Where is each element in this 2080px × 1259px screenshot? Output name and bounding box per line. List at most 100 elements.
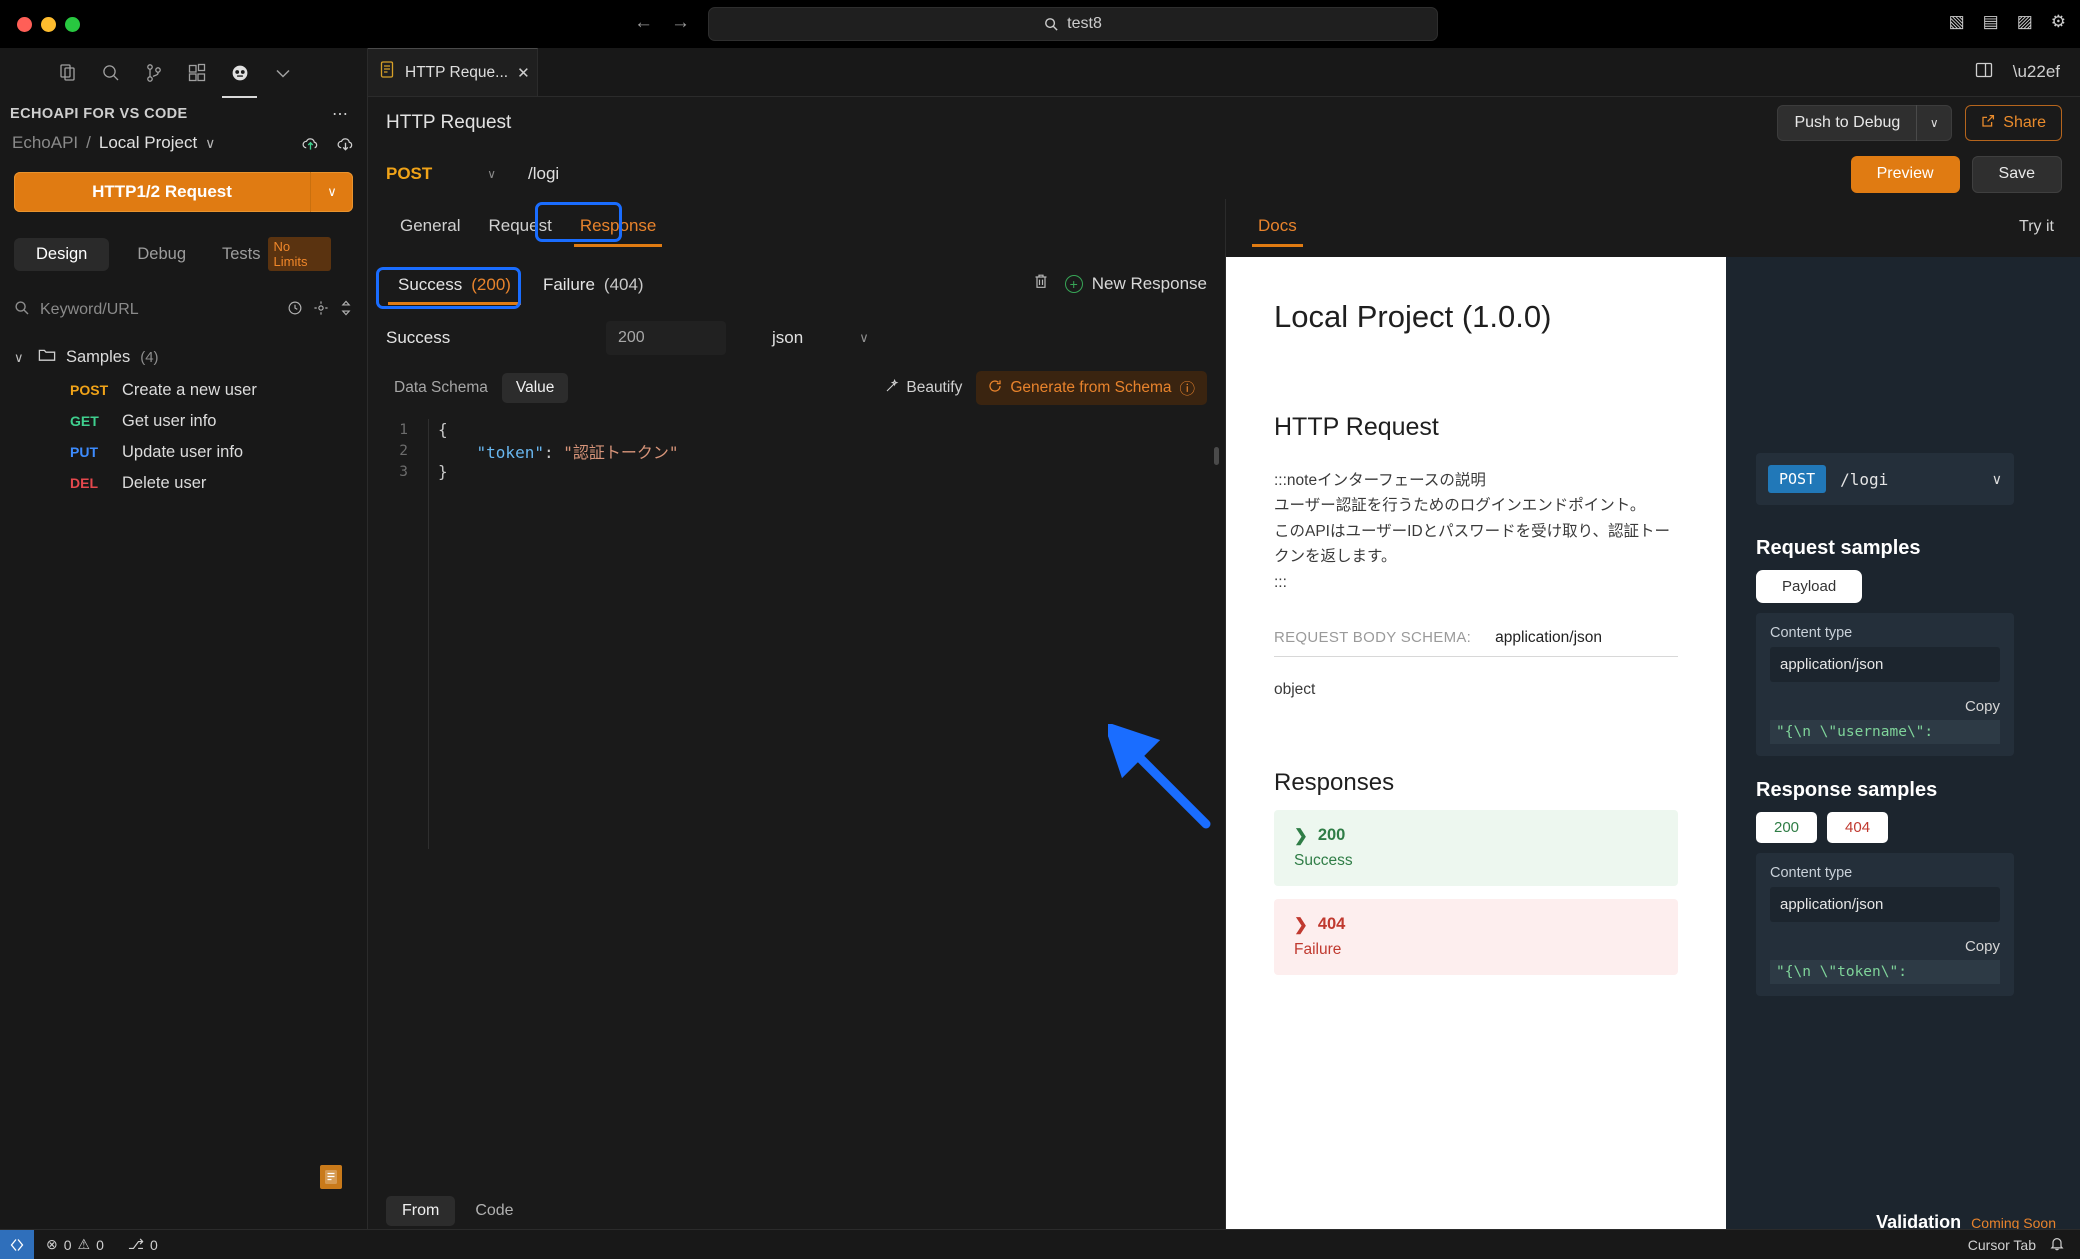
tab-debug[interactable]: Debug	[115, 238, 208, 271]
copy-button[interactable]: Copy	[1770, 698, 2000, 715]
tab-general[interactable]: General	[386, 216, 474, 247]
tab-design[interactable]: Design	[14, 237, 110, 271]
push-to-debug-button[interactable]: Push to Debug ∨	[1777, 105, 1953, 141]
help-icon[interactable]: ⓘ	[1179, 377, 1195, 399]
explorer-icon[interactable]	[46, 51, 89, 95]
ports-status[interactable]: ⎇ 0	[116, 1236, 170, 1253]
extensions-icon[interactable]	[175, 51, 218, 95]
docs-samples-panel: POST /logi ∨ Request samples Payload Con…	[1726, 257, 2080, 1247]
toggle-primary-sidebar-icon[interactable]: ▧	[1949, 12, 1965, 32]
back-icon[interactable]: ←	[634, 12, 653, 34]
tab-code[interactable]: Code	[459, 1196, 529, 1226]
beautify-button[interactable]: Beautify	[885, 378, 962, 398]
samples-url-bar[interactable]: POST /logi ∨	[1756, 453, 2014, 505]
tab-from[interactable]: From	[386, 1196, 456, 1226]
header-actions: Push to Debug ∨ Share	[1777, 105, 2062, 141]
tab-failure-404[interactable]: Failure (404)	[531, 275, 656, 305]
activity-bar	[0, 48, 367, 98]
chevron-right-icon[interactable]: ❯	[1294, 826, 1308, 846]
list-item[interactable]: PUT Update user info	[0, 437, 367, 468]
chevron-right-icon[interactable]: ❯	[1294, 915, 1308, 935]
tab-data-schema[interactable]: Data Schema	[386, 373, 496, 403]
tab-response[interactable]: Response	[566, 216, 671, 247]
echoapi-icon[interactable]	[218, 51, 261, 98]
trash-icon[interactable]	[1033, 273, 1049, 295]
code-key: "token"	[476, 442, 544, 462]
forward-icon[interactable]: →	[671, 12, 690, 34]
method-selector[interactable]: POST ∨	[386, 164, 496, 184]
tab-success-200[interactable]: Success (200)	[386, 275, 523, 305]
echoapi-badge-icon[interactable]	[320, 1165, 342, 1189]
preview-button[interactable]: Preview	[1850, 155, 1960, 193]
bell-icon[interactable]	[2050, 1236, 2064, 1254]
collapse-expand-icon[interactable]	[339, 300, 353, 320]
source-control-icon[interactable]	[132, 51, 175, 95]
locate-icon[interactable]	[313, 300, 329, 320]
list-item[interactable]: DEL Delete user	[0, 468, 367, 499]
window-controls[interactable]	[17, 16, 80, 32]
search-input[interactable]	[40, 301, 277, 319]
chevron-down-icon[interactable]	[261, 51, 304, 95]
try-it-button[interactable]: Try it	[2019, 218, 2054, 247]
url-input[interactable]: /logi	[528, 164, 559, 184]
cloud-upload-icon[interactable]	[301, 134, 320, 153]
breadcrumb-project[interactable]: Local Project	[99, 133, 197, 153]
mode-tabs: Design Debug Tests No Limits	[14, 230, 353, 278]
status-tab-404[interactable]: 404	[1827, 812, 1889, 843]
list-item[interactable]: GET Get user info	[0, 406, 367, 437]
api-doc-icon	[380, 61, 396, 84]
tree-folder-samples[interactable]: ∨ Samples (4)	[0, 340, 367, 375]
search-icon[interactable]	[89, 51, 132, 95]
split-editor-icon[interactable]	[1975, 61, 1993, 84]
toggle-panel-icon[interactable]: ▤	[1983, 12, 1999, 32]
history-icon[interactable]	[287, 300, 303, 320]
generate-from-schema-button[interactable]: Generate from Schema ⓘ	[976, 371, 1207, 405]
payload-tab[interactable]: Payload	[1756, 570, 1863, 603]
chevron-down-icon[interactable]: ∨	[1992, 471, 2002, 488]
tab-tests[interactable]: Tests No Limits	[214, 230, 353, 278]
new-http-request-button[interactable]: HTTP1/2 Request ∨	[14, 172, 353, 212]
tab-request[interactable]: Request	[474, 216, 565, 247]
gear-icon[interactable]: ⚙	[2051, 12, 2066, 32]
response-code-input[interactable]: 200	[606, 321, 726, 355]
chevron-down-icon[interactable]: ∨	[487, 167, 496, 181]
close-window-button[interactable]	[17, 16, 32, 32]
copy-button[interactable]: Copy	[1770, 938, 2000, 955]
layout-controls[interactable]: ▧ ▤ ▨ ⚙	[1949, 12, 2066, 32]
tab-http-request[interactable]: HTTP Reque... ✕	[368, 48, 538, 96]
more-actions-icon[interactable]: \u22ef	[2013, 62, 2060, 82]
wand-icon	[885, 378, 899, 398]
chevron-down-icon[interactable]: ∨	[14, 350, 28, 366]
toggle-secondary-sidebar-icon[interactable]: ▨	[2017, 12, 2033, 32]
tab-value[interactable]: Value	[501, 373, 569, 403]
docs-response-404[interactable]: ❯ 404 Failure	[1274, 899, 1678, 976]
chevron-down-icon[interactable]: ∨	[859, 330, 869, 346]
navigation-arrows[interactable]: ← →	[634, 12, 690, 34]
list-item[interactable]: POST Create a new user	[0, 375, 367, 406]
command-search-bar[interactable]: test8	[708, 7, 1438, 41]
response-type-selector[interactable]: json ∨	[772, 328, 869, 348]
docs-response-200[interactable]: ❯ 200 Success	[1274, 810, 1678, 887]
cloud-download-icon[interactable]	[336, 134, 355, 153]
share-button[interactable]: Share	[1965, 105, 2062, 141]
scrollbar-thumb[interactable]	[1214, 447, 1219, 465]
new-response-button[interactable]: + New Response	[1064, 274, 1207, 294]
problems-status[interactable]: ⊗ 0 ⚠ 0	[34, 1236, 116, 1253]
maximize-window-button[interactable]	[65, 16, 80, 32]
cursor-tab-status[interactable]: Cursor Tab	[1968, 1237, 2036, 1253]
close-icon[interactable]: ✕	[517, 64, 530, 82]
sidebar-search[interactable]	[14, 300, 353, 320]
remote-window-button[interactable]	[0, 1229, 34, 1259]
chevron-down-icon[interactable]: ∨	[311, 184, 353, 200]
save-button[interactable]: Save	[1971, 155, 2062, 193]
response-name-input[interactable]: Success	[386, 328, 606, 348]
more-actions-icon[interactable]: ⋯	[332, 104, 349, 124]
status-tab-200[interactable]: 200	[1756, 812, 1818, 843]
request-sample-card: Content type application/json Copy "{\n …	[1756, 613, 2014, 756]
minimize-window-button[interactable]	[41, 16, 56, 32]
chevron-down-icon[interactable]: ∨	[1917, 116, 1951, 130]
breadcrumb-org[interactable]: EchoAPI	[12, 133, 78, 153]
json-code-editor[interactable]: 1 { 2 "token": "認証トークン" 3 }	[368, 419, 1225, 849]
tab-docs[interactable]: Docs	[1252, 216, 1303, 247]
chevron-down-icon[interactable]: ∨	[205, 135, 215, 152]
